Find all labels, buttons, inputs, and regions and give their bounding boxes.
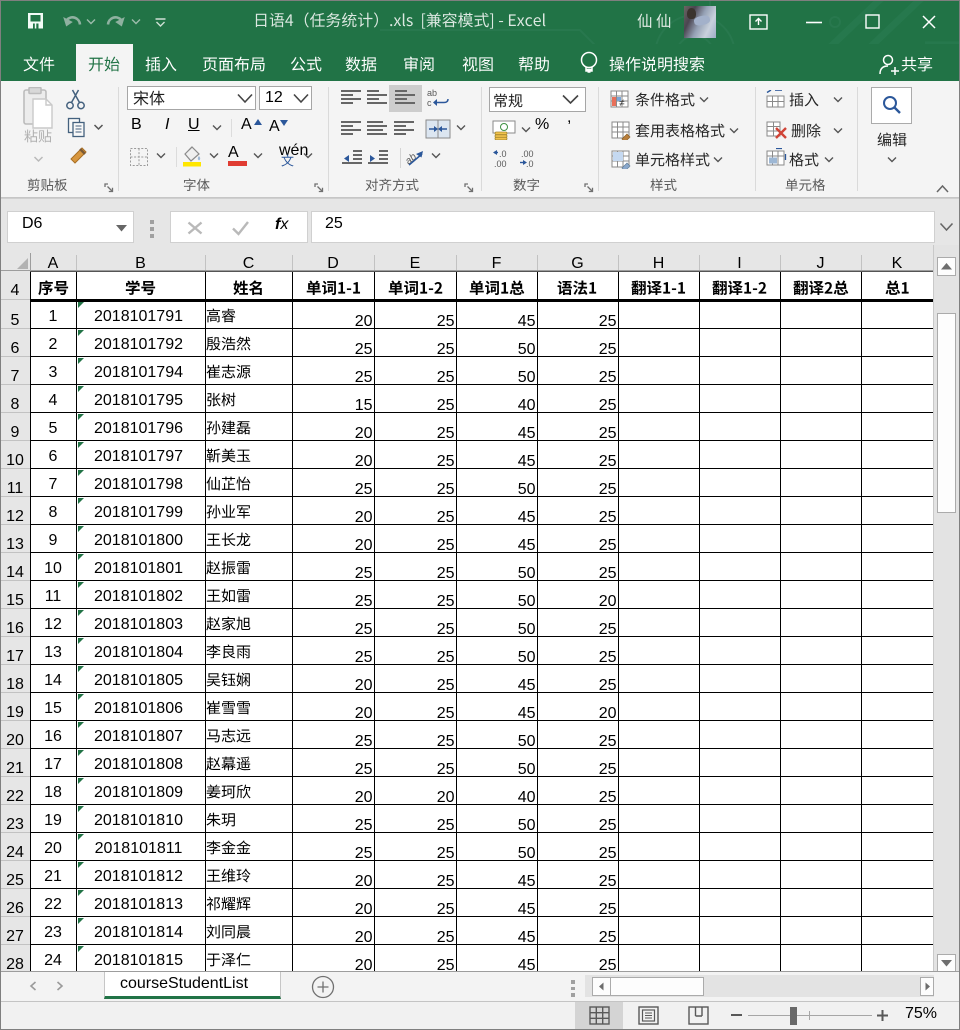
svg-text:.00: .00: [521, 149, 534, 159]
svg-text:≠: ≠: [619, 98, 625, 109]
svg-text:.00: .00: [494, 159, 507, 168]
svg-text:ab: ab: [427, 88, 437, 98]
svg-text:c: c: [427, 98, 432, 108]
svg-text:.0: .0: [526, 159, 534, 168]
svg-text:.0: .0: [499, 149, 507, 159]
